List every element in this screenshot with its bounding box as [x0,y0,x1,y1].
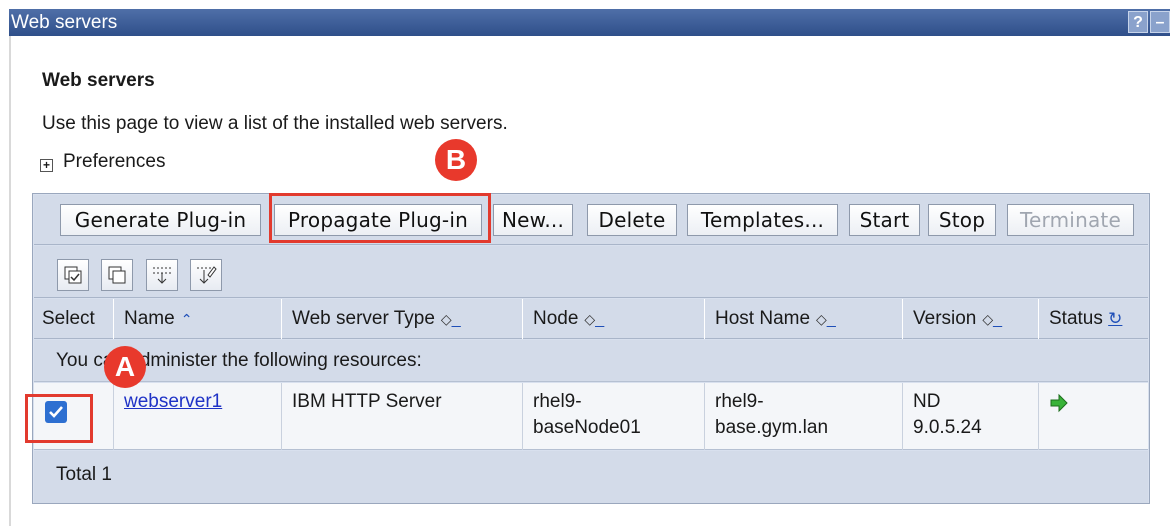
sort-ascending-icon[interactable]: ⌃ [181,311,193,327]
delete-button[interactable]: Delete [587,204,677,236]
version-line1: ND [913,391,941,412]
node-line2: baseNode01 [533,417,641,438]
version-line2: 9.0.5.24 [913,417,982,438]
column-host[interactable]: Host Name ◇_ [705,299,903,339]
filter-dash-icon: _ [826,311,836,328]
sort-icon[interactable]: ◇ [441,311,452,327]
resources-message: You can administer the following resourc… [34,340,1148,382]
web-servers-table: Generate Plug-in Propagate Plug-in New..… [32,193,1150,504]
sort-icon[interactable]: ◇ [982,311,993,327]
help-button[interactable]: ? [1128,11,1148,33]
total-row: Total 1 [34,451,1148,503]
preferences-toggle[interactable]: + Preferences [40,151,165,173]
column-status[interactable]: Status ↻ [1039,299,1150,339]
column-version[interactable]: Version ◇_ [903,299,1039,339]
terminate-button: Terminate [1007,204,1134,236]
highlight-checkbox-box [25,394,93,443]
refresh-status-icon[interactable]: ↻ [1108,309,1122,328]
sort-icon[interactable]: ◇ [584,311,595,327]
column-status-label: Status [1049,308,1103,329]
clear-filter-icon[interactable] [190,259,222,291]
column-host-label: Host Name [715,308,811,329]
type-cell: IBM HTTP Server [282,383,523,450]
host-line1: rhel9- [715,391,764,412]
highlight-propagate-box [269,193,491,243]
column-type-label: Web server Type [292,308,435,329]
name-cell: webserver1 [114,383,282,450]
sort-icon[interactable]: ◇ [816,311,827,327]
column-name-label: Name [124,308,175,329]
filter-dash-icon: _ [595,311,605,328]
new-button[interactable]: New... [493,204,573,236]
window-title: Web servers [11,12,118,33]
start-button[interactable]: Start [849,204,920,236]
host-cell: rhel9- base.gym.lan [705,383,903,450]
status-cell [1039,383,1150,450]
generate-plugin-button[interactable]: Generate Plug-in [60,204,261,236]
filter-dash-icon: _ [451,311,461,328]
expand-plus-icon[interactable]: + [40,158,53,172]
server-type: IBM HTTP Server [292,391,442,412]
deselect-all-icon[interactable] [101,259,133,291]
filter-dash-icon: _ [993,311,1003,328]
panel-left-border [9,36,11,526]
table-row: webserver1 IBM HTTP Server rhel9- baseNo… [34,383,1148,450]
stop-button[interactable]: Stop [928,204,996,236]
started-arrow-icon [1050,393,1068,413]
annotation-marker-b: B [435,139,477,181]
action-button-bar: Generate Plug-in Propagate Plug-in New..… [34,195,1148,245]
column-select: Select [34,299,114,339]
host-line2: base.gym.lan [715,417,829,438]
column-version-label: Version [913,308,977,329]
select-all-icon[interactable] [57,259,89,291]
table-icon-bar [34,246,1148,298]
page-description: Use this page to view a list of the inst… [42,113,508,134]
column-name[interactable]: Name ⌃ [114,299,282,339]
node-line1: rhel9- [533,391,582,412]
page-title: Web servers [42,70,155,91]
table-header-row: Select Name ⌃ Web server Type ◇_ Node ◇_ Ho… [34,299,1148,339]
node-cell: rhel9- baseNode01 [523,383,705,450]
templates-button[interactable]: Templates... [687,204,838,236]
show-filter-icon[interactable] [146,259,178,291]
column-node[interactable]: Node ◇_ [523,299,705,339]
server-name-link[interactable]: webserver1 [124,391,222,412]
minimize-button[interactable]: – [1150,11,1170,33]
column-node-label: Node [533,308,579,329]
annotation-marker-a: A [104,346,146,388]
window-title-bar: Web servers ? – [9,9,1170,36]
version-cell: ND 9.0.5.24 [903,383,1039,450]
preferences-label: Preferences [63,151,166,172]
column-type[interactable]: Web server Type ◇_ [282,299,523,339]
